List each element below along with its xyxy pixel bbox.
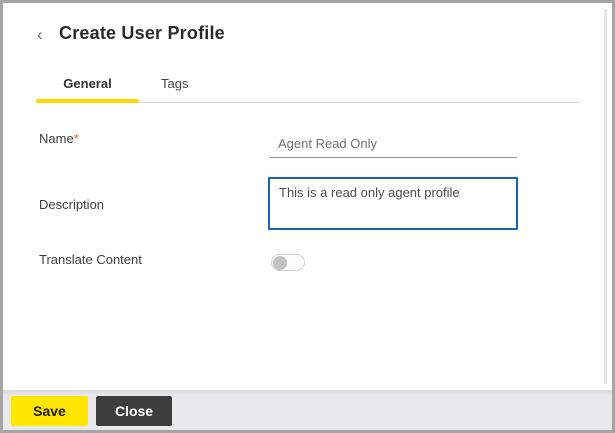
tab-tags[interactable]: Tags: [161, 75, 221, 93]
description-textarea[interactable]: This is a read only agent profile: [268, 177, 518, 230]
back-button[interactable]: ‹: [37, 24, 55, 46]
create-user-profile-panel: ‹ Create User Profile General Tags Name*…: [0, 0, 615, 433]
footer-bar: Save Close: [3, 390, 612, 430]
scrollbar-track[interactable]: [604, 9, 607, 384]
active-tab-indicator: [36, 99, 139, 103]
tab-general-label: General: [63, 76, 112, 91]
name-input[interactable]: [270, 134, 517, 158]
required-marker: *: [73, 131, 79, 146]
translate-content-toggle[interactable]: [271, 254, 305, 271]
translate-content-label: Translate Content: [39, 252, 142, 267]
save-button[interactable]: Save: [11, 396, 88, 426]
close-button[interactable]: Close: [96, 396, 172, 426]
toggle-knob-icon: [273, 255, 287, 270]
back-chevron-icon: ‹: [37, 25, 43, 44]
tab-general[interactable]: General: [36, 75, 139, 93]
page-title: Create User Profile: [59, 23, 225, 43]
tab-tags-label: Tags: [161, 76, 189, 91]
name-label: Name*: [39, 131, 79, 146]
description-label: Description: [39, 197, 105, 212]
